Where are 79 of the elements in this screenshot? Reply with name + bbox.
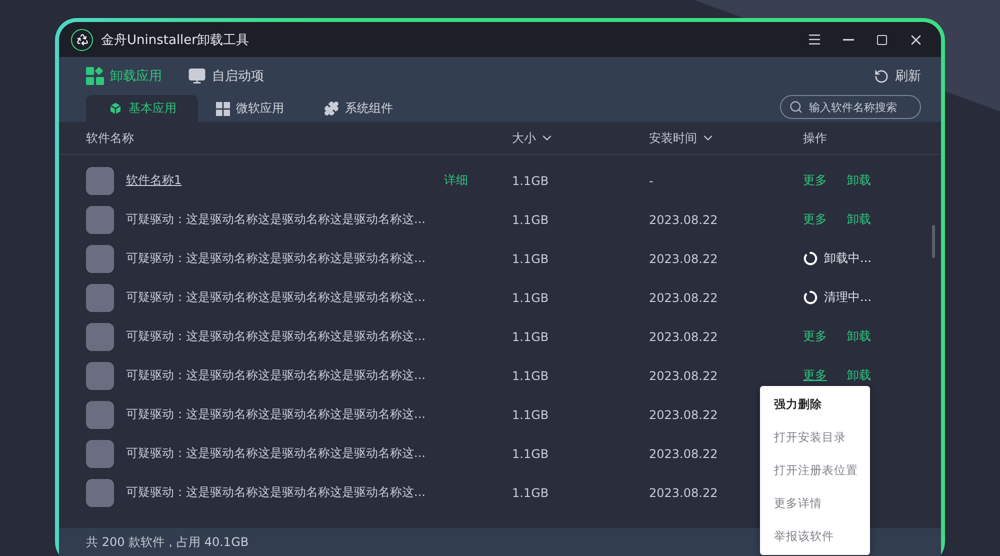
date-cell-text: 2023.08.22 [649,368,719,382]
scrollbar-thumb[interactable] [932,225,935,258]
window-title: 金舟Uninstaller卸载工具 [101,32,250,48]
action-link[interactable]: 卸载 [847,328,871,345]
status-text: 清理中... [824,289,872,306]
app-icon [86,166,114,194]
size-cell-text: 1.1GB [512,330,550,344]
menu-item[interactable]: 打开安装目录 [760,421,870,454]
column-header[interactable]: 大小 [512,130,649,146]
size-cell-text: 1.1GB [512,212,550,226]
app-name: 可疑驱动：这是驱动名称这是驱动名称这是驱动名称这... [126,289,426,306]
app-name: 可疑驱动：这是驱动名称这是驱动名称这是驱动名称这... [126,367,426,384]
size-cell-text: 1.1GB [512,252,550,266]
tab[interactable]: 基本应用 [86,95,198,122]
date-cell-text: 2023.08.22 [649,330,719,344]
size-cell-text: 1.1GB [512,290,550,304]
search-field[interactable]: 输入软件名称搜索 [780,95,921,119]
date-cell-text: 2023.08.22 [649,486,719,500]
search-icon [789,100,803,114]
menu-item[interactable]: 强力删除 [760,388,870,421]
action-link[interactable]: 卸载 [847,172,871,189]
monitor-icon [188,67,206,85]
nav-item[interactable]: 自启动项 [188,67,264,85]
app-name: 可疑驱动：这是驱动名称这是驱动名称这是驱动名称这... [126,328,426,345]
recycle-logo-icon [71,28,93,50]
size-cell-text: 1.1GB [512,486,550,500]
app-icon [86,206,114,234]
app-icon [86,322,114,350]
action-link[interactable]: 更多 [803,328,827,345]
menu-item[interactable]: 更多详情 [760,487,870,520]
app-icon [86,362,114,390]
size-cell-text: 1.1GB [512,446,550,460]
status-text: 共 200 款软件，占用 40.1GB [86,534,249,551]
action-link[interactable]: 卸载 [847,211,871,228]
size-cell-text: 1.1GB [512,368,550,382]
nav-item[interactable]: 卸载应用 [86,67,162,85]
app-name: 可疑驱动：这是驱动名称这是驱动名称这是驱动名称这... [126,484,426,501]
cube-icon [108,101,122,116]
date-cell-text: 2023.08.22 [649,212,719,226]
tab[interactable]: 系统组件 [306,95,415,122]
maximize-icon [876,34,888,46]
app-icon [86,478,114,506]
action-link[interactable]: 更多 [803,211,827,228]
apps-icon [86,67,104,85]
column-header: 软件名称 [86,130,135,146]
menu-item[interactable]: 举报该软件 [760,520,870,553]
menu-item[interactable]: 打开注册表位置 [760,454,870,487]
date-cell-text: - [649,174,654,188]
date-cell-text: 2023.08.22 [649,446,719,460]
refresh-icon [874,68,889,84]
app-name: 可疑驱动：这是驱动名称这是驱动名称这是驱动名称这... [126,445,426,462]
minimize-icon [842,38,854,40]
tab[interactable]: 微软应用 [198,95,306,122]
app-name: 可疑驱动：这是驱动名称这是驱动名称这是驱动名称这... [126,250,426,267]
spinner-icon [803,290,818,305]
size-cell-text: 1.1GB [512,174,550,188]
app-name: 软件名称1 [126,172,183,189]
app-icon [86,244,114,272]
windows-icon [216,102,230,116]
refresh-button[interactable]: 刷新 [874,67,921,85]
date-cell-text: 2023.08.22 [649,252,719,266]
detail-link[interactable]: 详细 [444,172,468,189]
date-cell-text: 2023.08.22 [649,408,719,422]
column-header: 操作 [803,130,828,146]
app-icon [86,400,114,428]
date-cell-text: 2023.08.22 [649,290,719,304]
action-link[interactable]: 卸载 [847,367,871,384]
menu-icon [806,32,822,47]
app-icon [86,284,114,312]
app-name: 可疑驱动：这是驱动名称这是驱动名称这是驱动名称这... [126,406,426,423]
size-cell-text: 1.1GB [512,408,550,422]
spinner-icon [803,251,818,266]
column-header[interactable]: 安装时间 [649,130,803,146]
action-link[interactable]: 更多 [803,367,827,384]
status-text: 卸载中... [824,250,872,267]
puzzle-icon [324,101,339,116]
action-link[interactable]: 更多 [803,172,827,189]
app-icon [86,440,114,468]
app-name: 可疑驱动：这是驱动名称这是驱动名称这是驱动名称这... [126,211,426,228]
